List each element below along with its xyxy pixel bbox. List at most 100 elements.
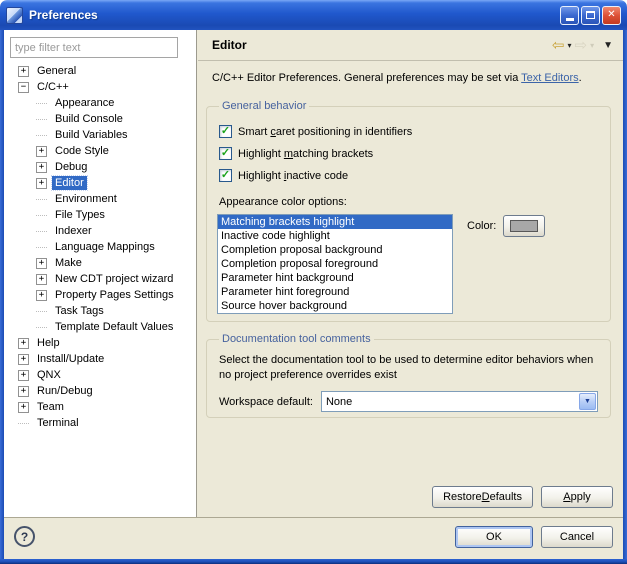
expand-icon[interactable]: + — [18, 370, 29, 381]
close-button[interactable]: ✕ — [602, 6, 621, 25]
chevron-down-icon[interactable]: ▼ — [579, 393, 596, 410]
tree-connector — [36, 247, 47, 248]
expand-icon[interactable]: + — [18, 386, 29, 397]
tree-item-task-tags[interactable]: Task Tags — [4, 303, 195, 319]
view-menu-icon[interactable]: ▼ — [603, 40, 613, 51]
tree-item-label: File Types — [52, 208, 108, 222]
tree-item-label: Code Style — [52, 144, 112, 158]
tree-item-code-style[interactable]: + Code Style — [4, 143, 195, 159]
window-frame-right — [623, 30, 627, 564]
tree-item-appearance[interactable]: Appearance — [4, 95, 195, 111]
page-description: C/C++ Editor Preferences. General prefer… — [198, 62, 623, 99]
tree-item-debug[interactable]: + Debug — [4, 159, 195, 175]
tree-item-property-pages-settings[interactable]: +Property Pages Settings — [4, 287, 195, 303]
minimize-button[interactable] — [560, 6, 579, 25]
tree-item-label: Debug — [52, 160, 90, 174]
restore-defaults-button[interactable]: Restore Defaults — [432, 486, 533, 508]
ok-button[interactable]: OK — [455, 526, 533, 548]
checkbox-checked-icon[interactable]: ✓ — [219, 169, 232, 182]
tree-item-label: QNX — [34, 368, 64, 382]
tree-connector — [36, 327, 47, 328]
maximize-button[interactable] — [581, 6, 600, 25]
checkbox-highlight-inactive-code[interactable]: ✓ Highlight inactive code — [219, 169, 598, 182]
tree-item-install-update[interactable]: +Install/Update — [4, 351, 195, 367]
tree-item-general[interactable]: +General — [4, 63, 195, 79]
forward-dropdown-icon[interactable]: ▾ — [590, 41, 594, 50]
tree-item-run-debug[interactable]: +Run/Debug — [4, 383, 195, 399]
checkbox-checked-icon[interactable]: ✓ — [219, 125, 232, 138]
tree-item-qnx[interactable]: + QNX — [4, 367, 195, 383]
expand-icon[interactable]: + — [36, 290, 47, 301]
color-option-completion-proposal-foreground[interactable]: Completion proposal foreground — [218, 257, 452, 271]
expand-icon[interactable]: + — [18, 66, 29, 77]
tree-item-label: C/C++ — [34, 80, 72, 94]
tree-item-help[interactable]: +Help — [4, 335, 195, 351]
help-button[interactable]: ? — [14, 526, 35, 547]
tree-item-team[interactable]: + Team — [4, 399, 195, 415]
maximize-icon — [586, 11, 595, 19]
back-icon[interactable]: ⇦ — [552, 38, 565, 53]
checkbox-label: Smart caret positioning in identifiers — [238, 126, 412, 138]
back-dropdown-icon[interactable]: ▾ — [567, 41, 571, 50]
tree-connector — [36, 215, 47, 216]
general-behavior-group: General behavior ✓ Smart caret positioni… — [206, 100, 611, 322]
tree-item-label: Build Console — [52, 112, 126, 126]
dialog-content: +General−C/C++AppearanceBuild ConsoleBui… — [4, 30, 623, 559]
cancel-button[interactable]: Cancel — [541, 526, 613, 548]
tree-item-label: Editor — [52, 176, 87, 190]
main-panel: Editor ⇦ ▾ ⇨ ▾ ▼ C/C++ Editor Preference… — [198, 30, 623, 517]
expand-icon[interactable]: + — [36, 178, 47, 189]
filter-input[interactable] — [10, 37, 178, 58]
expand-icon[interactable]: + — [18, 338, 29, 349]
tree-item-build-variables[interactable]: Build Variables — [4, 127, 195, 143]
collapse-icon[interactable]: − — [18, 82, 29, 93]
documentation-description: Select the documentation tool to be used… — [219, 353, 598, 383]
color-option-parameter-hint-background[interactable]: Parameter hint background — [218, 271, 452, 285]
tree-item-c-c[interactable]: −C/C++ — [4, 79, 195, 95]
expand-icon[interactable]: + — [36, 258, 47, 269]
tree-item-language-mappings[interactable]: Language Mappings — [4, 239, 195, 255]
tree-item-label: Task Tags — [52, 304, 107, 318]
forward-icon[interactable]: ⇨ — [575, 38, 588, 53]
color-option-source-hover-background[interactable]: Source hover background — [218, 299, 452, 313]
tree-connector — [36, 199, 47, 200]
color-options-list[interactable]: Matching brackets highlightInactive code… — [217, 214, 453, 314]
color-option-inactive-code-highlight[interactable]: Inactive code highlight — [218, 229, 452, 243]
expand-icon[interactable]: + — [36, 274, 47, 285]
titlebar[interactable]: Preferences ✕ — [0, 0, 627, 30]
checkbox-smart-caret[interactable]: ✓ Smart caret positioning in identifiers — [219, 125, 598, 138]
apply-button[interactable]: Apply — [541, 486, 613, 508]
tree-item-terminal[interactable]: Terminal — [4, 415, 195, 431]
sidebar: +General−C/C++AppearanceBuild ConsoleBui… — [4, 30, 197, 517]
tree-item-make[interactable]: + Make — [4, 255, 195, 271]
tree-item-build-console[interactable]: Build Console — [4, 111, 195, 127]
workspace-default-label: Workspace default: — [219, 396, 313, 408]
expand-icon[interactable]: + — [18, 354, 29, 365]
page-header: Editor ⇦ ▾ ⇨ ▾ ▼ — [198, 30, 623, 61]
tree-item-environment[interactable]: Environment — [4, 191, 195, 207]
minimize-icon — [566, 18, 574, 21]
color-option-completion-proposal-background[interactable]: Completion proposal background — [218, 243, 452, 257]
workspace-default-select[interactable]: None ▼ — [321, 391, 598, 412]
tree-item-file-types[interactable]: File Types — [4, 207, 195, 223]
color-option-matching-brackets-highlight[interactable]: Matching brackets highlight — [218, 215, 452, 229]
color-picker-button[interactable] — [503, 215, 545, 237]
description-period: . — [579, 72, 582, 84]
tree-item-label: Team — [34, 400, 67, 414]
tree-item-template-default-values[interactable]: Template Default Values — [4, 319, 195, 335]
tree-connector — [36, 103, 47, 104]
tree-connector — [36, 231, 47, 232]
text-editors-link[interactable]: Text Editors — [521, 72, 578, 84]
checkbox-checked-icon[interactable]: ✓ — [219, 147, 232, 160]
expand-icon[interactable]: + — [18, 402, 29, 413]
expand-icon[interactable]: + — [36, 146, 47, 157]
tree-item-indexer[interactable]: Indexer — [4, 223, 195, 239]
tree-item-label: Make — [52, 256, 85, 270]
tree-item-new-cdt-project-wizard[interactable]: +New CDT project wizard — [4, 271, 195, 287]
color-option-parameter-hint-foreground[interactable]: Parameter hint foreground — [218, 285, 452, 299]
checkbox-highlight-matching-brackets[interactable]: ✓ Highlight matching brackets — [219, 147, 598, 160]
documentation-tool-group: Documentation tool comments Select the d… — [206, 333, 611, 418]
tree-item-editor[interactable]: + Editor — [4, 175, 195, 191]
expand-icon[interactable]: + — [36, 162, 47, 173]
page-title: Editor — [212, 38, 552, 52]
